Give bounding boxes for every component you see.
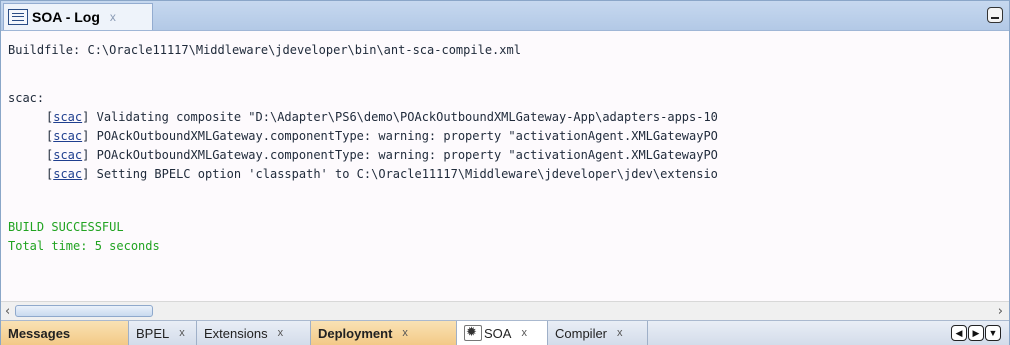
tab-label: SOA [484,325,512,341]
soa-gear-icon [464,324,482,341]
tab-deployment[interactable]: Deployment x [311,321,457,345]
log-line: [scac] Validating composite "D:\Adapter\… [46,110,718,124]
scac-task-link[interactable]: scac [53,129,82,143]
log-tab[interactable]: SOA - Log x [3,3,153,30]
build-status: BUILD SUCCESSFUL [8,220,124,234]
scac-task-link[interactable]: scac [53,110,82,124]
close-tab-icon[interactable]: x [402,327,408,339]
window-title: SOA - Log [32,9,100,25]
tab-extensions[interactable]: Extensions x [197,321,311,345]
log-line: [scac] POAckOutboundXMLGateway.component… [46,148,718,162]
scrollbar-thumb[interactable] [15,305,153,317]
title-bar: SOA - Log x [1,1,1009,31]
log-line: scac: [8,91,45,105]
tab-list-icon[interactable]: ▼ [985,325,1001,341]
log-line-text: Validating composite "D:\Adapter\PS6\dem… [96,110,718,124]
bottom-tab-bar: Messages BPEL x Extensions x Deployment … [1,320,1009,345]
log-output: Buildfile: C:\Oracle11117\Middleware\jde… [1,31,1009,299]
log-line: [scac] Setting BPELC option 'classpath' … [46,167,718,181]
scac-task-link[interactable]: scac [53,148,82,162]
log-document-icon [8,9,28,25]
scac-task-link[interactable]: scac [53,167,82,181]
horizontal-scrollbar[interactable]: ‹ › [1,301,1009,320]
soa-log-window: SOA - Log x Buildfile: C:\Oracle11117\Mi… [0,0,1010,345]
tab-label: Deployment [318,325,393,341]
close-log-button[interactable]: x [110,10,116,24]
close-tab-icon[interactable]: x [617,327,623,339]
log-line: [scac] POAckOutboundXMLGateway.component… [46,129,718,143]
close-tab-icon[interactable]: x [521,327,527,339]
minimize-icon[interactable] [987,7,1003,23]
build-time: Total time: 5 seconds [8,239,160,253]
scroll-right-icon[interactable]: › [998,304,1003,319]
prev-tab-icon[interactable]: ◀ [951,325,967,341]
log-line: Buildfile: C:\Oracle11117\Middleware\jde… [8,43,521,57]
log-line-text: POAckOutboundXMLGateway.componentType: w… [96,129,718,143]
log-line-text: POAckOutboundXMLGateway.componentType: w… [96,148,718,162]
log-line-text: Setting BPELC option 'classpath' to C:\O… [96,167,718,181]
next-tab-icon[interactable]: ▶ [968,325,984,341]
tab-bpel[interactable]: BPEL x [129,321,197,345]
scroll-left-icon[interactable]: ‹ [5,304,10,319]
close-tab-icon[interactable]: x [179,327,185,339]
tab-label: Messages [8,325,71,341]
close-tab-icon[interactable]: x [278,327,284,339]
tab-label: BPEL [136,325,170,341]
tab-label: Compiler [555,325,608,341]
tab-compiler[interactable]: Compiler x [548,321,648,345]
tab-soa[interactable]: SOA x [457,321,548,345]
tab-messages[interactable]: Messages [1,321,129,345]
tab-label: Extensions [204,325,268,341]
